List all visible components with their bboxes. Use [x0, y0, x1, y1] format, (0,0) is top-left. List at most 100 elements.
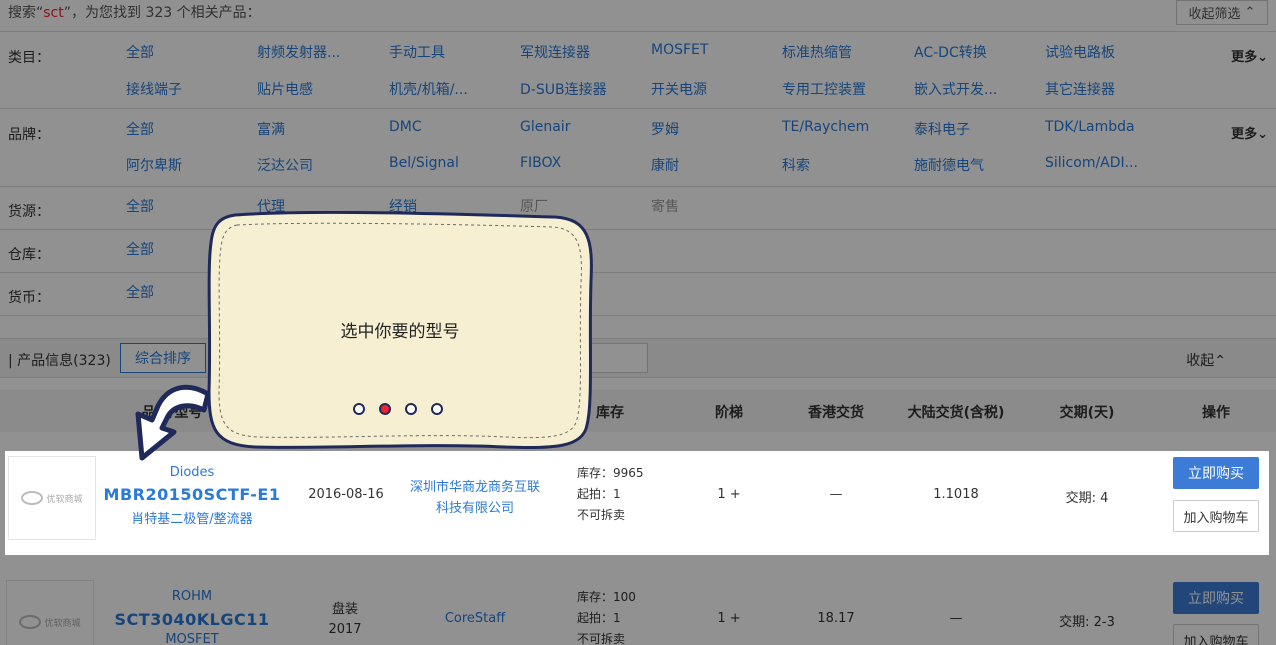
tooltip-step-dots	[353, 403, 443, 415]
col-action: 操作	[1202, 405, 1230, 421]
col-stock: 库存	[596, 405, 624, 421]
filter-option[interactable]: Silicom/ADI...	[1045, 155, 1138, 171]
more-brands-button[interactable]: 更多⌄	[1231, 123, 1268, 142]
logo-text: 优软商城	[44, 618, 81, 629]
filter-warehouse: 仓库： 全部	[0, 229, 1276, 272]
chevron-up-icon: ⌃	[1214, 353, 1226, 369]
product-mainland-price: 1.1018	[933, 487, 979, 502]
step-dot[interactable]	[405, 403, 417, 415]
product-model[interactable]: MBR20150SCTF-E1	[104, 485, 281, 504]
add-to-cart-button[interactable]: 加入购物车	[1173, 624, 1259, 645]
logo-mark-icon	[19, 615, 42, 629]
filter-option[interactable]: 施耐德电气	[914, 155, 984, 175]
filter-option[interactable]: 标准热缩管	[782, 42, 852, 62]
filter-option[interactable]: 专用工控装置	[782, 79, 866, 99]
filter-label: 类目：	[8, 50, 50, 66]
product-hk-price: 18.17	[817, 611, 855, 626]
step-dot[interactable]	[353, 403, 365, 415]
filter-option[interactable]: D-SUB连接器	[520, 79, 607, 99]
filter-option[interactable]: 泰科电子	[914, 119, 970, 139]
filter-label: 仓库：	[8, 247, 50, 263]
product-date: 2016-08-16	[308, 487, 384, 502]
collapse-products-button[interactable]: 收起⌃	[1186, 350, 1226, 370]
collapse-filter-label: 收起筛选	[1188, 7, 1241, 22]
filter-option[interactable]: 罗姆	[651, 119, 679, 139]
filter-source: 货源： 全部 代理 经销 原厂 寄售	[0, 186, 1276, 229]
step-dot-active[interactable]	[379, 403, 391, 415]
product-brand[interactable]: Diodes	[170, 465, 215, 480]
search-summary: 搜索“sct”，为您找到 323 个相关产品：	[8, 2, 261, 22]
more-label: 更多	[1231, 127, 1258, 142]
more-label: 更多	[1231, 50, 1258, 65]
filter-option[interactable]: 寄售	[651, 196, 679, 216]
filter-option[interactable]: 科索	[782, 155, 810, 175]
product-category[interactable]: MOSFET	[165, 632, 218, 645]
filter-option[interactable]: 全部	[126, 239, 154, 259]
chevron-down-icon: ⌄	[1257, 127, 1268, 142]
guide-tooltip: 选中你要的型号	[205, 211, 595, 451]
filter-option[interactable]: Bel/Signal	[389, 155, 459, 171]
col-lead-time: 交期(天)	[1059, 405, 1115, 421]
filter-option[interactable]: 机壳/机箱/...	[389, 79, 468, 99]
filter-brand: 品牌： 全部 富满 DMC Glenair 罗姆 TE/Raychem 泰科电子…	[0, 108, 1276, 186]
filter-option[interactable]: 全部	[126, 119, 154, 139]
filter-option[interactable]: 接线端子	[126, 79, 182, 99]
filter-currency: 货币： 全部	[0, 272, 1276, 316]
buy-now-button[interactable]: 立即购买	[1173, 582, 1259, 614]
product-supplier[interactable]: CoreStaff	[445, 611, 505, 626]
filter-option[interactable]: 嵌入式开发...	[914, 79, 997, 99]
table-row: 优软商城 ROHM SCT3040KLGC11 MOSFET 盘装 2017 C…	[0, 578, 1276, 645]
product-supplier[interactable]: 深圳市华商龙商务互联	[410, 476, 540, 495]
filter-option[interactable]: 贴片电感	[257, 79, 313, 99]
page: 搜索“sct”，为您找到 323 个相关产品： 收起筛选 ⌃ 类目： 全部 射频…	[0, 0, 1276, 645]
filter-option[interactable]: 阿尔卑斯	[126, 155, 182, 175]
sort-button[interactable]: 综合排序	[120, 343, 206, 373]
more-categories-button[interactable]: 更多⌄	[1231, 46, 1268, 65]
product-stock-info: 库存：100 起拍：1 不可拆卖	[577, 587, 636, 645]
filter-option[interactable]: TDK/Lambda	[1045, 119, 1135, 135]
filter-option[interactable]: 康耐	[651, 155, 679, 175]
add-to-cart-button[interactable]: 加入购物车	[1173, 500, 1259, 532]
product-tier: 1 +	[717, 611, 741, 626]
step-dot[interactable]	[431, 403, 443, 415]
product-supplier-line2[interactable]: 科技有限公司	[436, 497, 514, 516]
filter-option[interactable]: 全部	[126, 42, 154, 62]
product-lead-time: 交期: 2-3	[1059, 615, 1115, 630]
filter-option[interactable]: 射频发射器...	[257, 42, 340, 62]
product-hk-price: —	[829, 487, 843, 502]
collapse-filter-button[interactable]: 收起筛选 ⌃	[1176, 0, 1268, 25]
product-logo: 优软商城	[6, 580, 94, 645]
filter-option[interactable]: 全部	[126, 196, 154, 216]
logo-mark-icon	[21, 491, 44, 505]
product-info-title: | 产品信息(323)	[8, 353, 111, 369]
highlighted-table-row[interactable]: 优软商城 Diodes MBR20150SCTF-E1 肖特基二极管/整流器 2…	[5, 451, 1269, 555]
chevron-up-icon: ⌃	[1244, 5, 1256, 20]
product-date-year: 2017	[328, 622, 362, 637]
product-model[interactable]: SCT3040KLGC11	[115, 610, 270, 629]
filter-option[interactable]: 全部	[126, 282, 154, 302]
filter-option[interactable]: 泛达公司	[257, 155, 313, 175]
search-suffix: ”，为您找到 323 个相关产品：	[63, 5, 261, 21]
filter-option[interactable]: 军规连接器	[520, 42, 590, 62]
product-mainland-price: —	[949, 611, 963, 626]
filter-option[interactable]: DMC	[389, 119, 422, 135]
filter-option[interactable]: 试验电路板	[1045, 42, 1115, 62]
filter-option[interactable]: 开关电源	[651, 79, 707, 99]
split-note: 不可拆卖	[577, 508, 626, 522]
filter-option[interactable]: TE/Raychem	[782, 119, 869, 135]
product-date: 盘装	[331, 602, 359, 617]
pointer-arrow-icon	[135, 384, 211, 461]
product-category[interactable]: 肖特基二极管/整流器	[131, 508, 252, 527]
filter-option[interactable]: AC-DC转换	[914, 42, 987, 62]
filter-option[interactable]: 其它连接器	[1045, 79, 1115, 99]
filter-option[interactable]: Glenair	[520, 119, 570, 135]
filter-option[interactable]: FIBOX	[520, 155, 561, 171]
filter-option[interactable]: 富满	[257, 119, 285, 139]
filter-label: 货源：	[8, 204, 50, 220]
filter-label: 品牌：	[8, 127, 50, 143]
col-hk-delivery: 香港交货	[808, 405, 864, 421]
product-brand[interactable]: ROHM	[172, 589, 212, 604]
filter-option[interactable]: MOSFET	[651, 42, 708, 58]
filter-option[interactable]: 手动工具	[389, 42, 445, 62]
buy-now-button[interactable]: 立即购买	[1173, 457, 1259, 489]
